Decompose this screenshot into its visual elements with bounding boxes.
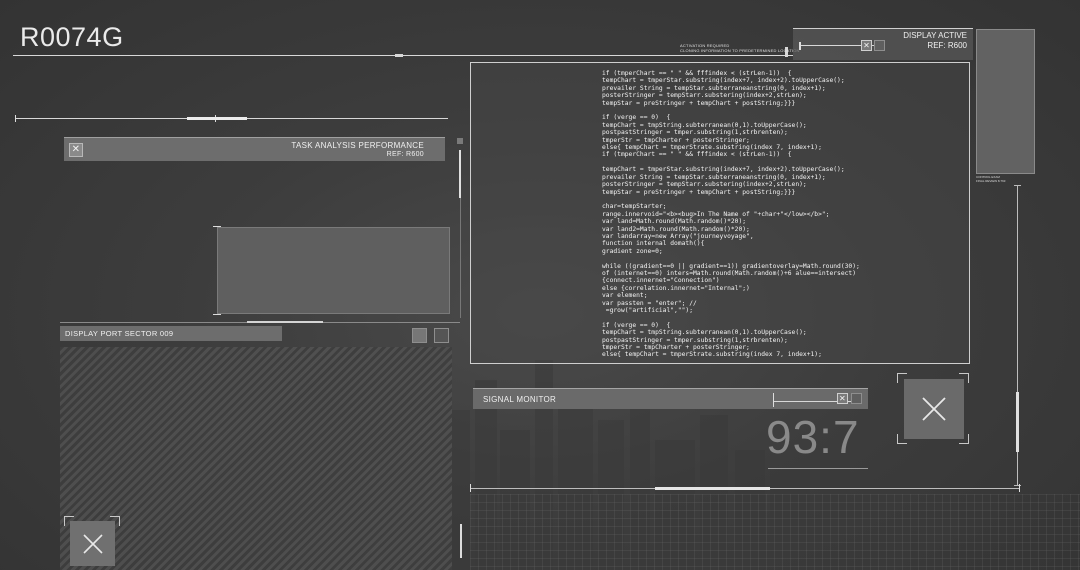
code-line: if (tmperChart == " " && fffindex < (str…: [602, 70, 792, 77]
close-icon: [82, 533, 103, 554]
code-line: prevailer String = tempStar.subterranean…: [602, 173, 826, 181]
display-active-square-button[interactable]: [874, 40, 885, 51]
code-line: function internal domath(){: [602, 240, 705, 248]
code-line: tmperStr = tmpCharter + posterStringer;: [602, 136, 750, 144]
code-display-panel: if (tmperChart == " " && fffindex < (str…: [470, 62, 970, 364]
code-line: prevailer String = tempStar.subterranean…: [602, 84, 826, 92]
code-line: tmperStr = tmpCharter + posterStringer;: [602, 344, 750, 352]
close-icon: ✕: [863, 40, 870, 50]
display-active-panel: DISPLAY ACTIVE REF: R600 ✕: [793, 28, 973, 60]
code-line: {connect.innernet="Connection"): [602, 277, 720, 285]
code-line: tempChart = tmpString.subterranean(0,1).…: [602, 329, 807, 337]
task-panel-header: ✕ TASK ANALYSIS PERFORMANCE REF: R600: [64, 137, 445, 161]
bottom-left-close-button[interactable]: [70, 521, 115, 566]
code-line: tempStar = preStringer + tempChart + pos…: [602, 188, 796, 196]
display-port-header: DISPLAY PORT SECTOR 009: [60, 326, 282, 341]
code-line: of (internet==0) inters=Math.round(Math.…: [602, 269, 857, 277]
display-active-slider-handle[interactable]: [799, 42, 801, 50]
right-side-screen: [976, 29, 1035, 174]
bottom-grid-display: [470, 494, 1080, 570]
signal-monitor-readout-rule: [768, 468, 868, 469]
right-close-button[interactable]: [904, 379, 964, 439]
code-line: posterStringer = tempStarr.substering(in…: [602, 181, 807, 189]
task-panel-title: TASK ANALYSIS PERFORMANCE: [291, 141, 424, 150]
code-line: postpastStringer = tmper.substring(1,str…: [602, 336, 788, 344]
display-active-title: DISPLAY ACTIVE: [903, 31, 967, 40]
code-listing: if (tmperChart == " " && fffindex < (str…: [602, 70, 860, 359]
right-rule-marker: [1016, 392, 1019, 452]
code-line: if (verge == 0) {: [602, 321, 671, 329]
code-line: tempChart = tmperStar.substring(index+7,…: [602, 77, 845, 85]
task-display-corner-tl: [213, 226, 221, 227]
side-caption: CONTROL EXAM FINAL REVIEW 8.763: [976, 175, 1005, 183]
code-line: var land=Math.round(Math.random()*20);: [602, 218, 747, 226]
left-top-rule-marker: [187, 117, 247, 120]
display-port-title: DISPLAY PORT SECTOR 009: [65, 329, 174, 338]
signal-monitor-title: SIGNAL MONITOR: [483, 395, 557, 404]
task-display-rule-marker: [247, 321, 323, 323]
code-line: range.innervoid="<b><bug>In The Name of …: [602, 210, 830, 218]
task-panel-ref: REF: R600: [386, 151, 424, 158]
code-line: if (tmperChart == " " && fffindex < (str…: [602, 151, 792, 159]
code-line: =grow("artificial","");: [602, 307, 693, 314]
code-line: var landarray=new Array("journeyvoyage",: [602, 232, 754, 240]
task-panel-scroll-track: [460, 198, 461, 318]
code-line: else{ tempChart = tmperStrate.substring(…: [602, 144, 822, 152]
code-line: tempChart = tmperStar.substring(index+7,…: [602, 166, 845, 174]
signal-monitor-slider-handle[interactable]: [773, 393, 774, 407]
right-rule-cap-top: [1014, 185, 1021, 186]
close-icon: ✕: [838, 393, 846, 403]
close-icon: ✕: [71, 144, 81, 155]
code-line: var element;: [602, 292, 648, 300]
bottom-rule-tick-left: [470, 484, 471, 492]
code-line: while ((gradient==0 || gradient==1)) gra…: [602, 262, 860, 270]
code-line: var land2=Math.round(Math.random()*20);: [602, 225, 750, 233]
signal-monitor-readout: 93:7: [766, 411, 860, 463]
code-line: tempChart = tmpString.subterranean(0,1).…: [602, 121, 807, 129]
bottom-left-vertical-rule: [460, 524, 462, 558]
display-active-ref: REF: R600: [927, 41, 967, 50]
task-display-corner-bl: [213, 314, 221, 315]
bottom-rule-tick-right: [1019, 484, 1020, 492]
code-line: postpastStringer = tmper.substring(1,str…: [602, 129, 788, 137]
signal-monitor-square-button[interactable]: [851, 393, 862, 404]
code-line: var passten = "enter"; //: [602, 299, 697, 307]
task-panel-close-button[interactable]: ✕: [69, 143, 83, 157]
activation-line-2: CLONING INFORMATION TO PREDETERMINED LOC…: [680, 48, 800, 53]
left-top-rule-tick: [15, 115, 16, 122]
header-rule-tick: [395, 54, 403, 57]
code-line: posterStringer = tempStarr.substering(in…: [602, 92, 807, 100]
display-active-close-button[interactable]: ✕: [861, 40, 872, 51]
code-line: if (verge == 0) {: [602, 114, 671, 122]
code-line: tempStar = preStringer + tempChart + pos…: [602, 99, 796, 107]
task-display-screen: [217, 227, 450, 314]
code-line: char=tempStarter;: [602, 203, 667, 211]
code-line: else{ tempChart = tmperStrate.substring(…: [602, 351, 822, 359]
header-code: R0074G: [20, 22, 124, 52]
activation-notice: ACTIVATION REQUIRED CLONING INFORMATION …: [680, 43, 800, 53]
header-rule: [13, 55, 793, 56]
code-line: else {correlation.innernet="Internal";): [602, 284, 750, 292]
task-panel-scroll-box[interactable]: [457, 138, 463, 144]
display-port-screen: [60, 347, 452, 570]
display-port-square-button-1[interactable]: [412, 328, 427, 343]
bottom-rule-marker: [655, 487, 770, 490]
signal-monitor-header: SIGNAL MONITOR ✕: [473, 388, 868, 409]
code-line: gradient zone=0;: [602, 247, 663, 255]
task-panel-scrollbar[interactable]: [459, 150, 461, 198]
display-port-square-button-2[interactable]: [434, 328, 449, 343]
close-icon: [922, 397, 946, 421]
signal-monitor-close-button[interactable]: ✕: [837, 393, 848, 404]
side-caption-line-2: FINAL REVIEW 8.763: [976, 179, 1006, 183]
